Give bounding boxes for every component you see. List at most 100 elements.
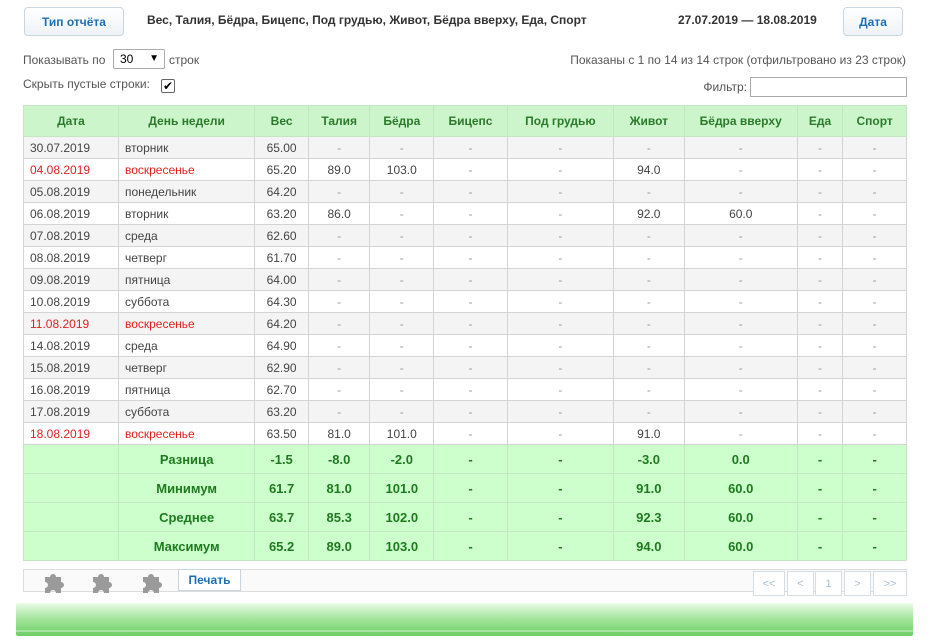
column-header[interactable]: Еда [796,105,844,137]
column-header[interactable]: Живот [612,105,685,137]
measurements-table: Дата День недели Вес Талия Бёдра Бицепс Под гр… [23,105,907,561]
table-cell: - [683,180,798,203]
column-header[interactable]: День недели [117,105,256,137]
table-cell: 65.00 [254,136,309,159]
table-cell: - [612,268,685,291]
table-cell: 04.08.2019 [23,158,119,181]
table-cell: - [433,356,508,379]
summary-cell: 101.0 [369,473,435,503]
column-header[interactable]: Под грудью [506,105,614,137]
date-button[interactable]: Дата [843,7,903,36]
table-cell: - [612,378,685,401]
summary-cell: - [433,473,508,503]
table-cell: 14.08.2019 [23,334,119,357]
table-cell: пятница [117,378,256,401]
table-row: 16.08.2019 пятница 62.70- - - - - - - - [23,378,907,401]
table-cell: - [307,246,371,269]
table-cell: воскресенье [117,422,256,445]
filter-label: Фильтр: [703,80,747,94]
pagination-last[interactable]: >> [873,571,907,596]
pagination-first[interactable]: << [753,571,785,596]
page-size-value: 30 [120,52,134,66]
puzzle-icon[interactable] [139,571,163,593]
table-cell: - [842,268,907,291]
report-type-button[interactable]: Тип отчёта [24,7,124,36]
table-cell: среда [117,224,256,247]
table-cell: - [612,334,685,357]
summary-cell: 94.0 [612,531,685,561]
table-cell: - [506,334,614,357]
column-header[interactable]: Вес [254,105,309,137]
table-cell: 10.08.2019 [23,290,119,313]
table-row: 14.08.2019 среда 64.90- - - - - - - - [23,334,907,357]
table-cell: - [307,290,371,313]
filter-input[interactable] [750,77,907,97]
table-cell: - [842,400,907,423]
pagination-current[interactable]: 1 [815,571,842,596]
column-header[interactable]: Спорт [842,105,907,137]
table-cell: 18.08.2019 [23,422,119,445]
table-cell: среда [117,334,256,357]
table-cell: - [433,334,508,357]
table-cell: - [683,378,798,401]
table-cell: - [683,334,798,357]
summary-cell: - [506,531,614,561]
summary-cell: 60.0 [683,531,798,561]
column-header[interactable]: Талия [307,105,371,137]
table-row: 08.08.2019 четверг 61.70- - - - - - - - [23,246,907,269]
hide-empty-label: Скрыть пустые строки: [23,77,150,91]
table-cell: - [369,356,435,379]
table-cell: - [842,158,907,181]
summary-cell: 63.7 [254,502,309,532]
table-cell: - [433,290,508,313]
table-cell: - [307,312,371,335]
column-header[interactable]: Дата [23,105,119,137]
table-cell: пятница [117,268,256,291]
table-cell: - [369,202,435,225]
table-cell: 05.08.2019 [23,180,119,203]
table-cell: - [612,180,685,203]
table-cell: - [683,246,798,269]
puzzle-icon[interactable] [89,571,113,593]
column-header[interactable]: Бицепс [433,105,508,137]
table-cell: - [796,422,844,445]
table-cell: - [842,180,907,203]
table-cell: суббота [117,290,256,313]
table-cell: - [842,356,907,379]
summary-cell: 0.0 [683,444,798,474]
summary-cell: 103.0 [369,531,435,561]
report-columns-caption: Вес, Талия, Бёдра, Бицепс, Под грудью, Ж… [147,13,587,27]
table-cell: - [307,400,371,423]
table-cell: - [506,158,614,181]
table-cell: - [842,378,907,401]
table-cell: - [842,290,907,313]
summary-cell: - [506,473,614,503]
pagination-next[interactable]: > [844,571,871,596]
table-cell: 101.0 [369,422,435,445]
summary-cell: - [506,502,614,532]
page-size-select[interactable]: 30 ▼ [113,49,165,69]
table-cell: - [433,422,508,445]
table-cell: - [433,268,508,291]
table-cell: - [683,356,798,379]
table-cell: - [842,422,907,445]
table-cell: - [433,202,508,225]
column-header[interactable]: Бёдра вверху [683,105,798,137]
table-cell: 94.0 [612,158,685,181]
summary-cell: - [842,502,907,532]
table-cell: - [307,224,371,247]
puzzle-icon[interactable] [41,571,65,593]
table-cell: - [612,136,685,159]
table-cell: - [842,202,907,225]
table-cell: - [307,136,371,159]
table-cell: - [683,158,798,181]
hide-empty-checkbox[interactable]: ✔ [161,79,175,93]
column-header[interactable]: Бёдра [369,105,435,137]
table-header-row: Дата День недели Вес Талия Бёдра Бицепс Под гр… [23,105,907,137]
print-button[interactable]: Печать [178,569,241,591]
table-cell: 30.07.2019 [23,136,119,159]
table-cell: - [612,356,685,379]
summary-cell: - [433,531,508,561]
pagination-prev[interactable]: < [787,571,814,596]
table-cell: 62.90 [254,356,309,379]
